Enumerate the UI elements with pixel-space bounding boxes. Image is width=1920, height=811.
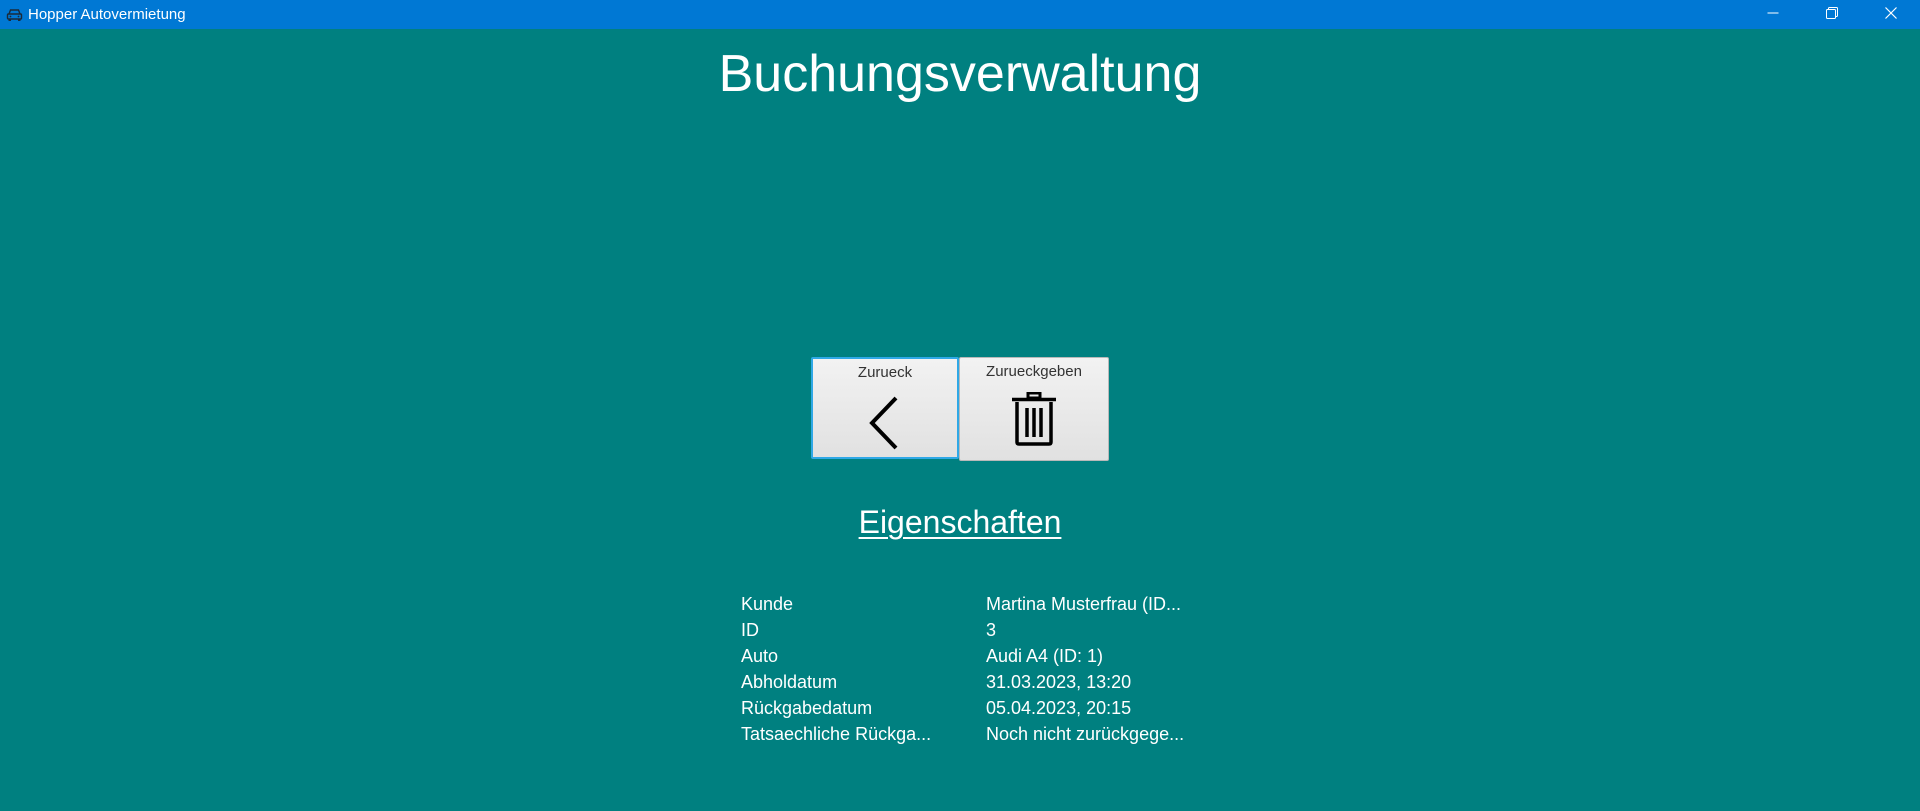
return-button-label: Zurueckgeben: [986, 363, 1082, 380]
minimize-icon: [1767, 6, 1779, 24]
window-controls: [1743, 0, 1920, 29]
trash-icon: [960, 392, 1108, 446]
chevron-left-icon: [813, 393, 957, 453]
property-key: ID: [741, 620, 759, 640]
property-key: Abholdatum: [741, 672, 838, 692]
property-key: Auto: [741, 646, 779, 666]
property-row: Abholdatum 31.03.2023, 13:20: [741, 669, 1196, 695]
property-row: Tatsaechliche Rückga... Noch nicht zurüc…: [741, 721, 1196, 747]
window-title: Hopper Autovermietung: [28, 6, 186, 23]
property-value: 31.03.2023, 13:20: [986, 672, 1132, 692]
properties-heading: Eigenschaften: [858, 504, 1062, 540]
property-value: Audi A4 (ID: 1): [986, 646, 1104, 666]
property-value: Martina Musterfrau (ID...: [986, 594, 1182, 614]
property-row: Kunde Martina Musterfrau (ID...: [741, 591, 1196, 617]
property-value: 3: [986, 620, 997, 640]
property-row: ID 3: [741, 617, 1196, 643]
minimize-button[interactable]: [1743, 0, 1802, 29]
property-key: Tatsaechliche Rückga...: [741, 724, 932, 744]
restore-button[interactable]: [1802, 0, 1861, 29]
properties-table: Kunde Martina Musterfrau (ID... ID 3 Aut…: [741, 591, 1196, 747]
property-row: Rückgabedatum 05.04.2023, 20:15: [741, 695, 1196, 721]
window-titlebar[interactable]: Hopper Autovermietung: [0, 0, 1920, 29]
property-row: Auto Audi A4 (ID: 1): [741, 643, 1196, 669]
close-icon: [1884, 6, 1897, 24]
back-button[interactable]: Zurueck: [811, 357, 959, 459]
page-title: Buchungsverwaltung: [718, 45, 1202, 103]
property-value: 05.04.2023, 20:15: [986, 698, 1132, 718]
property-value: Noch nicht zurückgege...: [986, 724, 1185, 744]
car-icon: [6, 8, 23, 22]
restore-icon: [1825, 6, 1838, 24]
back-button-label: Zurueck: [857, 364, 913, 381]
close-button[interactable]: [1861, 0, 1920, 29]
return-button[interactable]: Zurueckgeben: [959, 357, 1109, 461]
property-key: Kunde: [741, 594, 794, 614]
property-key: Rückgabedatum: [741, 698, 873, 718]
